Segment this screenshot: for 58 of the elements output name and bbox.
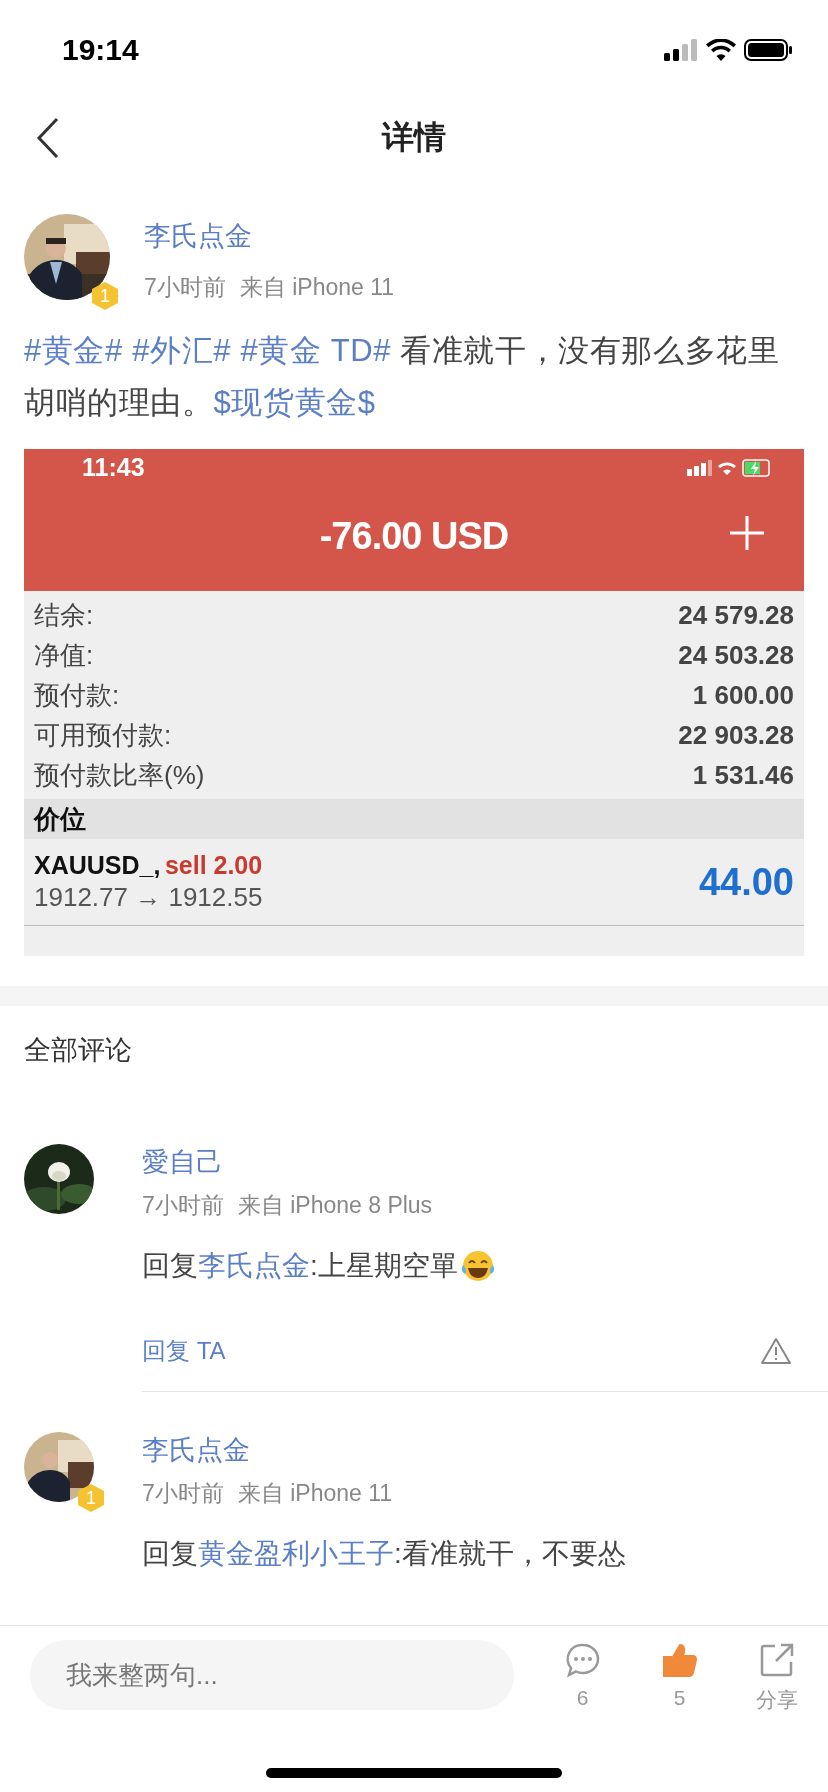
user-link[interactable]: 李氏点金 (198, 1250, 310, 1281)
share-icon[interactable] (758, 1642, 795, 1678)
post-time: 7小时前 (144, 273, 226, 302)
author-name[interactable]: 李氏点金 (144, 218, 395, 254)
level-badge: 1 (92, 282, 118, 310)
section-title: 全部评论 (24, 1035, 132, 1065)
reply-link[interactable]: 回复 TA (142, 1335, 226, 1367)
laughing-emoji-icon (459, 1249, 496, 1283)
comment-source: 来自 iPhone 8 Plus (237, 1191, 433, 1220)
topic-link[interactable]: #黄金 TD# (240, 333, 391, 368)
plus-icon (730, 516, 764, 550)
account-label: 可用预付款: (34, 718, 172, 752)
comment-count: 6 (576, 1686, 589, 1710)
signal-icon (664, 39, 698, 61)
price-change: 1912.77 → 1912.55 (34, 882, 263, 913)
like-count: 5 (673, 1686, 686, 1710)
comment-input[interactable]: 我来整两句... (30, 1640, 514, 1710)
comment-time: 7小时前 (142, 1191, 224, 1220)
topic-link[interactable]: #外汇# (132, 333, 232, 368)
wifi-icon (718, 460, 736, 475)
screenshot-time: 11:43 (82, 453, 145, 482)
comment-source: 来自 iPhone 11 (237, 1479, 393, 1508)
status-time: 19:14 (62, 33, 139, 67)
account-label: 结余: (34, 598, 94, 632)
wifi-icon (706, 39, 736, 61)
comment-text: 回复李氏点金:上星期空單 (142, 1249, 458, 1283)
account-value: 22 903.28 (678, 719, 794, 751)
commenter-name[interactable]: 李氏点金 (142, 1432, 804, 1468)
symbol-text: XAUUSD_, (34, 851, 161, 879)
profit-value: 44.00 (698, 860, 794, 904)
topic-link[interactable]: $现货黄金$ (213, 385, 376, 420)
comment-text: 回复黄金盈利小王子:看准就干，不要怂 (142, 1537, 626, 1571)
commenter-name[interactable]: 愛自己 (142, 1144, 804, 1180)
share-label[interactable]: 分享 (755, 1686, 798, 1714)
user-link[interactable]: 黄金盈利小王子 (198, 1538, 394, 1569)
section-heading: 价位 (34, 802, 86, 836)
page-title: 详情 (382, 118, 446, 157)
post-source: 来自 iPhone 11 (239, 273, 395, 302)
account-value: 24 579.28 (678, 599, 794, 631)
profit-title: -76.00 USD (319, 515, 509, 558)
order-side: sell 2.00 (164, 851, 263, 879)
signal-icon (687, 459, 712, 476)
battery-icon (742, 458, 770, 477)
account-label: 预付款: (34, 678, 120, 712)
account-value: 1 600.00 (692, 679, 794, 711)
account-label: 预付款比率(%) (34, 758, 205, 792)
battery-icon (744, 39, 792, 61)
report-icon[interactable] (760, 1337, 792, 1365)
level-badge: 1 (78, 1484, 104, 1512)
post-text: #黄金# #外汇# #黄金 TD# 看准就干，没有那么多花里胡哨的理由。$现货黄金$ (24, 332, 781, 422)
account-value: 24 503.28 (678, 639, 794, 671)
back-icon[interactable] (36, 117, 60, 159)
account-value: 1 531.46 (692, 759, 794, 791)
comment-time: 7小时前 (142, 1479, 224, 1508)
topic-link[interactable]: #黄金# (24, 333, 123, 368)
comment-icon[interactable] (564, 1642, 601, 1678)
thumbs-up-icon[interactable] (661, 1642, 698, 1678)
account-label: 净值: (34, 638, 94, 672)
